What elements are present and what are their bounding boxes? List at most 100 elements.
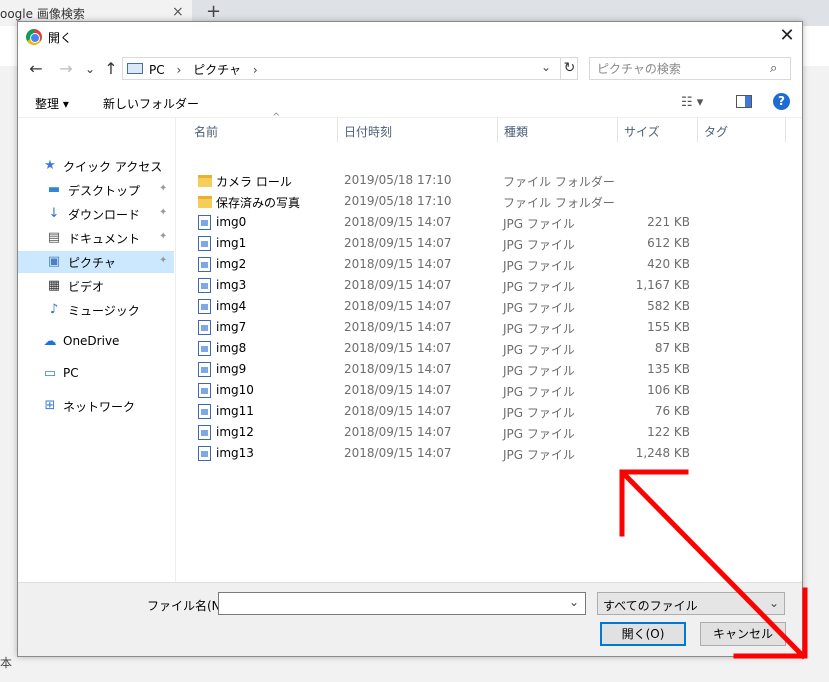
search-input[interactable] bbox=[590, 58, 766, 79]
column-header-type-label: 種類 bbox=[504, 125, 529, 139]
filename-dropdown-icon[interactable]: ⌄ bbox=[569, 595, 579, 609]
nav-item-label: デスクトップ bbox=[68, 184, 141, 198]
file-row[interactable]: img4 2018/09/15 14:07 JPG ファイル 582 KB bbox=[176, 296, 802, 317]
pin-icon: ✦ bbox=[159, 207, 168, 218]
tab-close-icon[interactable]: × bbox=[172, 4, 184, 20]
file-row[interactable]: img2 2018/09/15 14:07 JPG ファイル 420 KB bbox=[176, 254, 802, 275]
new-tab-icon[interactable]: + bbox=[206, 1, 221, 22]
image-file-icon bbox=[198, 446, 211, 461]
nav-item[interactable]: ☁ OneDrive bbox=[18, 331, 174, 353]
file-name: img13 bbox=[216, 446, 254, 460]
nav-item[interactable]: ▭ PC bbox=[18, 363, 174, 385]
search-icon[interactable]: ⌕ bbox=[770, 61, 777, 76]
file-row[interactable]: カメラ ロール 2019/05/18 17:10 ファイル フォルダー bbox=[176, 170, 802, 191]
close-icon[interactable]: ✕ bbox=[772, 25, 802, 49]
preview-pane-icon[interactable] bbox=[736, 95, 752, 108]
nav-item-label: クイック アクセス bbox=[63, 160, 163, 174]
file-row[interactable]: img9 2018/09/15 14:07 JPG ファイル 135 KB bbox=[176, 359, 802, 380]
nav-item-label: OneDrive bbox=[63, 334, 120, 348]
file-row[interactable]: img7 2018/09/15 14:07 JPG ファイル 155 KB bbox=[176, 317, 802, 338]
column-header-name[interactable]: ^ 名前 bbox=[188, 112, 338, 142]
file-row[interactable]: img10 2018/09/15 14:07 JPG ファイル 106 KB bbox=[176, 380, 802, 401]
column-header-type[interactable]: 種類 bbox=[498, 118, 618, 142]
image-file-icon bbox=[198, 278, 211, 293]
dialog-footer: ファイル名(N): ⌄ すべてのファイル ⌄ 開く(O) キャンセル bbox=[18, 582, 802, 656]
file-row[interactable]: img3 2018/09/15 14:07 JPG ファイル 1,167 KB bbox=[176, 275, 802, 296]
nav-item-label: ミュージック bbox=[68, 304, 140, 318]
file-row[interactable]: 保存済みの写真 2019/05/18 17:10 ファイル フォルダー bbox=[176, 191, 802, 212]
column-header-tags-label: タグ bbox=[704, 125, 729, 139]
breadcrumb-pc[interactable]: PC bbox=[149, 63, 165, 77]
file-row[interactable]: img13 2018/09/15 14:07 JPG ファイル 1,248 KB bbox=[176, 443, 802, 464]
column-header-tags[interactable]: タグ bbox=[698, 118, 786, 142]
file-row[interactable]: img8 2018/09/15 14:07 JPG ファイル 87 KB bbox=[176, 338, 802, 359]
file-row[interactable]: img11 2018/09/15 14:07 JPG ファイル 76 KB bbox=[176, 401, 802, 422]
nav-item[interactable]: ⊞ ネットワーク bbox=[18, 395, 174, 417]
image-file-icon bbox=[198, 215, 211, 230]
file-type: JPG ファイル bbox=[503, 322, 575, 336]
column-header-date[interactable]: 日付時刻 bbox=[338, 118, 498, 142]
organize-button[interactable]: 整理 ▾ bbox=[35, 95, 69, 112]
file-type: JPG ファイル bbox=[503, 217, 575, 231]
breadcrumb-separator-icon[interactable]: › bbox=[253, 63, 258, 77]
download-icon: ↓ bbox=[48, 206, 60, 221]
forward-arrow-icon[interactable]: → bbox=[56, 59, 76, 79]
music-icon: ♪ bbox=[49, 302, 59, 317]
video-icon: ▦ bbox=[47, 278, 61, 293]
up-arrow-icon[interactable]: ↑ bbox=[101, 59, 121, 79]
dialog-title: 開く bbox=[48, 31, 73, 45]
nav-item-label: ピクチャ bbox=[68, 256, 116, 270]
breadcrumb-pictures[interactable]: ピクチャ bbox=[193, 63, 241, 77]
file-type: ファイル フォルダー bbox=[503, 196, 615, 210]
file-size: 420 KB bbox=[647, 257, 690, 271]
breadcrumb: PC › ピクチャ › bbox=[149, 61, 266, 78]
address-dropdown-icon[interactable]: ⌄ bbox=[541, 60, 551, 74]
file-name: img7 bbox=[216, 320, 247, 334]
file-row[interactable]: img12 2018/09/15 14:07 JPG ファイル 122 KB bbox=[176, 422, 802, 443]
file-type: JPG ファイル bbox=[503, 406, 575, 420]
file-size: 106 KB bbox=[647, 383, 690, 397]
recent-locations-chevron-icon[interactable]: ⌄ bbox=[80, 59, 100, 79]
nav-item[interactable]: ▦ ビデオ bbox=[18, 275, 174, 297]
address-bar[interactable]: PC › ピクチャ › ⌄ ↻ bbox=[122, 57, 578, 80]
file-type: ファイル フォルダー bbox=[503, 175, 615, 189]
file-date: 2018/09/15 14:07 bbox=[344, 446, 452, 460]
file-date: 2018/09/15 14:07 bbox=[344, 215, 452, 229]
file-date: 2018/09/15 14:07 bbox=[344, 278, 452, 292]
file-name: カメラ ロール bbox=[216, 175, 292, 189]
filename-input[interactable] bbox=[219, 593, 565, 614]
image-file-icon bbox=[198, 320, 211, 335]
file-type: JPG ファイル bbox=[503, 385, 575, 399]
nav-item-label: ビデオ bbox=[68, 280, 105, 294]
column-header-size[interactable]: サイズ bbox=[618, 118, 698, 142]
pc-icon: ▭ bbox=[43, 366, 57, 381]
nav-item[interactable]: ▬ デスクトップ ✦ bbox=[18, 179, 174, 201]
help-icon[interactable]: ? bbox=[773, 93, 790, 110]
dialog-titlebar[interactable]: 開く ✕ bbox=[18, 22, 802, 52]
file-row[interactable]: img0 2018/09/15 14:07 JPG ファイル 221 KB bbox=[176, 212, 802, 233]
filetype-select[interactable]: すべてのファイル ⌄ bbox=[597, 592, 785, 615]
filetype-dropdown-icon: ⌄ bbox=[769, 596, 780, 610]
file-name: img12 bbox=[216, 425, 254, 439]
nav-item-label: ドキュメント bbox=[68, 232, 141, 246]
new-folder-button[interactable]: 新しいフォルダー bbox=[103, 95, 199, 112]
column-header-name-label: 名前 bbox=[194, 125, 219, 139]
folder-icon bbox=[198, 175, 212, 187]
file-row[interactable]: img1 2018/09/15 14:07 JPG ファイル 612 KB bbox=[176, 233, 802, 254]
nav-item[interactable]: ★ クイック アクセス bbox=[18, 155, 174, 177]
refresh-icon[interactable]: ↻ bbox=[560, 58, 578, 79]
nav-item[interactable]: ♪ ミュージック bbox=[18, 299, 174, 321]
nav-item[interactable]: ▤ ドキュメント ✦ bbox=[18, 227, 174, 249]
cancel-button[interactable]: キャンセル bbox=[700, 622, 786, 646]
view-options-icon[interactable]: ☷ ▾ bbox=[681, 95, 703, 110]
file-date: 2018/09/15 14:07 bbox=[344, 236, 452, 250]
nav-item[interactable]: ▣ ピクチャ ✦ bbox=[18, 251, 174, 273]
file-type: JPG ファイル bbox=[503, 343, 575, 357]
nav-item[interactable]: ↓ ダウンロード ✦ bbox=[18, 203, 174, 225]
pc-icon bbox=[127, 63, 143, 74]
back-arrow-icon[interactable]: ← bbox=[26, 59, 46, 79]
open-button[interactable]: 開く(O) bbox=[600, 622, 686, 646]
breadcrumb-separator-icon[interactable]: › bbox=[176, 63, 181, 77]
file-size: 582 KB bbox=[647, 299, 690, 313]
file-size: 155 KB bbox=[647, 320, 690, 334]
